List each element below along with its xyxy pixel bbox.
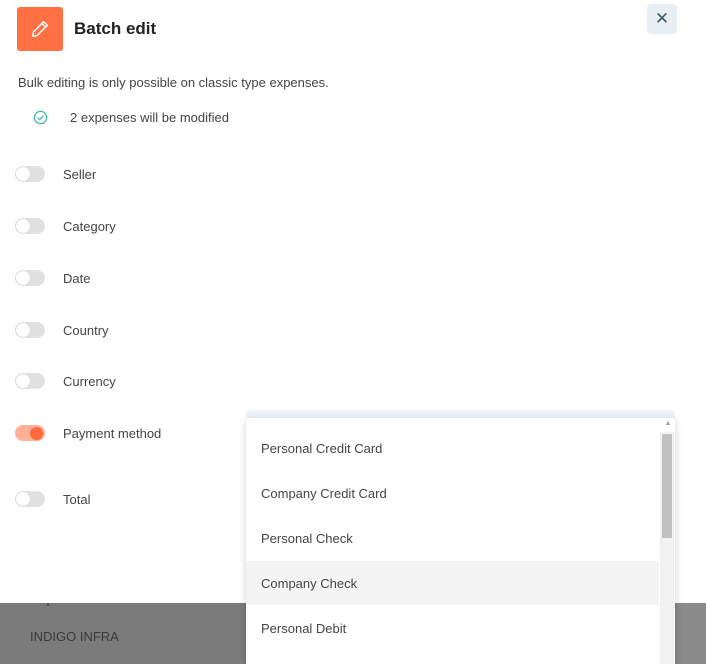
category-toggle[interactable] — [15, 218, 45, 234]
close-button[interactable]: ✕ — [647, 4, 677, 34]
field-row-country: Country — [15, 322, 109, 338]
pencil-icon — [31, 20, 49, 38]
modified-count-row: 2 expenses will be modified — [32, 109, 229, 126]
batch-edit-icon-box — [17, 7, 63, 51]
modal-title: Batch edit — [74, 19, 157, 38]
field-row-total: Total — [15, 491, 90, 507]
dropdown-option[interactable]: Personal Check — [246, 516, 659, 560]
field-label: Seller — [63, 166, 97, 182]
field-label: Date — [63, 270, 91, 286]
modified-count-text: 2 expenses will be modified — [70, 110, 229, 125]
field-label: Total — [63, 491, 91, 507]
dropdown-option[interactable]: Company Check — [246, 561, 659, 605]
info-text: Bulk editing is only possible on classic… — [18, 75, 329, 90]
total-toggle[interactable] — [15, 491, 45, 507]
scroll-up-arrow-icon[interactable]: ▲ — [663, 420, 673, 430]
country-toggle[interactable] — [15, 322, 45, 338]
field-label: Category — [63, 218, 116, 234]
field-row-category: Category — [15, 218, 116, 234]
seller-toggle[interactable] — [15, 166, 45, 182]
background-row-text: INDIGO INFRA — [30, 629, 119, 644]
field-label: Payment method — [63, 425, 162, 441]
close-icon: ✕ — [654, 9, 670, 28]
payment-method-toggle[interactable] — [15, 425, 45, 441]
field-row-payment-method: Payment method — [15, 425, 161, 441]
dropdown-option[interactable]: Personal Debit — [246, 606, 659, 650]
payment-method-dropdown: Personal Credit Card Company Credit Card… — [246, 418, 675, 664]
currency-toggle[interactable] — [15, 373, 45, 389]
field-label: Country — [63, 322, 109, 338]
field-row-date: Date — [15, 270, 90, 286]
field-label: Currency — [63, 373, 116, 389]
background-overlay-right — [675, 603, 706, 664]
scrollbar-thumb[interactable] — [662, 434, 672, 538]
field-row-seller: Seller — [15, 166, 96, 182]
check-circle-icon — [33, 110, 48, 125]
dropdown-option[interactable]: Personal Credit Card — [246, 426, 659, 470]
dropdown-option[interactable]: Company Credit Card — [246, 471, 659, 515]
field-row-currency: Currency — [15, 373, 116, 389]
background-divider — [47, 603, 49, 606]
date-toggle[interactable] — [15, 270, 45, 286]
